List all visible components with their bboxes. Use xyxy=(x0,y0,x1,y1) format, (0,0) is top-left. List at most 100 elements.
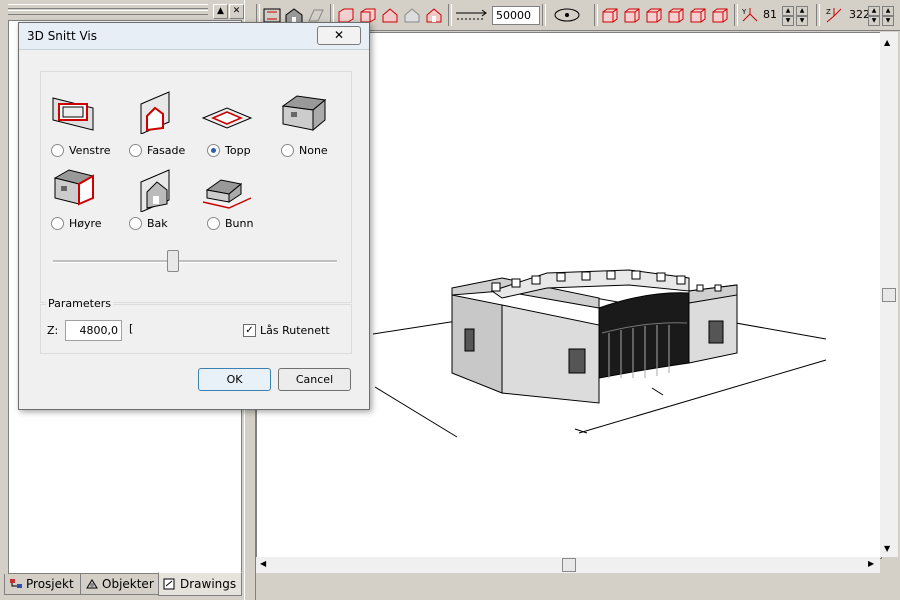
parameters-legend: Parameters xyxy=(46,297,113,310)
view-cube-icon[interactable] xyxy=(622,6,642,25)
facade-section-icon xyxy=(133,90,185,135)
drawings-icon xyxy=(163,578,177,590)
rotate-y-icon[interactable]: Y xyxy=(740,6,760,25)
cancel-button[interactable]: Cancel xyxy=(278,368,351,391)
close-icon: ✕ xyxy=(333,28,345,42)
spin-down-icon[interactable]: ▼ xyxy=(796,16,808,26)
objects-icon xyxy=(85,578,99,590)
toolbar-separator xyxy=(448,4,452,26)
right-section-icon xyxy=(49,168,101,212)
radio-label: Fasade xyxy=(147,144,186,157)
scroll-right-icon[interactable]: ▶ xyxy=(868,559,874,568)
house-section-icon[interactable] xyxy=(380,6,400,25)
radio-button[interactable] xyxy=(51,217,64,230)
spin-up-icon[interactable]: ▲ xyxy=(882,6,894,16)
angle1-spinner[interactable]: ▲ ▼ xyxy=(796,6,808,26)
distance-icon[interactable] xyxy=(454,6,488,25)
camera-target-icon[interactable] xyxy=(550,6,584,25)
tab-drawings[interactable]: Drawings xyxy=(158,572,242,596)
angle1-spinner[interactable]: ▲ ▼ xyxy=(782,6,794,26)
view-cube-icon[interactable] xyxy=(710,6,730,25)
z-input[interactable]: 4800,0 xyxy=(65,320,122,341)
scroll-left-icon[interactable]: ◀ xyxy=(260,559,266,568)
radio-none[interactable]: None xyxy=(281,144,328,157)
ok-button[interactable]: OK xyxy=(198,368,271,391)
view-cube-icon[interactable] xyxy=(600,6,620,25)
radio-bak[interactable]: Bak xyxy=(129,217,168,230)
radio-label: Bak xyxy=(147,217,168,230)
horizontal-scroll-thumb[interactable] xyxy=(562,558,576,572)
panel-minimize-button[interactable]: ▲ xyxy=(213,4,228,19)
toolbar-separator xyxy=(816,4,820,26)
checkmark-icon[interactable]: ✓ xyxy=(243,324,256,337)
radio-topp[interactable]: Topp xyxy=(207,144,251,157)
radio-fasade[interactable]: Fasade xyxy=(129,144,185,157)
radio-button[interactable] xyxy=(281,144,294,157)
lock-grid-checkbox[interactable]: ✓ Lås Rutenett xyxy=(243,324,330,337)
panel-grip[interactable] xyxy=(8,4,208,9)
vertical-scroll-thumb[interactable] xyxy=(882,288,896,302)
radio-label: Venstre xyxy=(69,144,111,157)
house-icon xyxy=(277,90,329,134)
angle2-spinner[interactable]: ▲ ▼ xyxy=(882,6,894,26)
radio-button[interactable] xyxy=(207,144,220,157)
toolbar-separator xyxy=(734,4,738,26)
radio-button[interactable] xyxy=(51,144,64,157)
svg-text:Y: Y xyxy=(741,8,747,16)
z-unit-bracket: [ xyxy=(129,322,134,335)
house-section-icon[interactable] xyxy=(424,6,444,25)
z-label: Z: xyxy=(47,324,59,337)
back-section-icon xyxy=(133,168,185,213)
radio-bunn[interactable]: Bunn xyxy=(207,217,253,230)
spin-up-icon[interactable]: ▲ xyxy=(782,6,794,16)
dialog-close-button[interactable]: ✕ xyxy=(317,26,361,45)
radio-hoyre[interactable]: Høyre xyxy=(51,217,102,230)
horizontal-scrollbar[interactable]: ◀ ▶ xyxy=(256,557,880,573)
view-cube-icon[interactable] xyxy=(688,6,708,25)
rotate-z-icon[interactable]: Z xyxy=(824,6,844,25)
radio-label: None xyxy=(299,144,328,157)
dialog-titlebar[interactable]: 3D Snitt Vis ✕ xyxy=(19,23,369,50)
project-icon xyxy=(9,578,23,590)
radio-venstre[interactable]: Venstre xyxy=(51,144,111,157)
angle2-spinner[interactable]: ▲ ▼ xyxy=(868,6,880,26)
toolbar-separator xyxy=(594,4,598,26)
radio-label: Bunn xyxy=(225,217,254,230)
scroll-down-icon[interactable]: ▼ xyxy=(884,544,890,553)
dialog-title: 3D Snitt Vis xyxy=(27,29,98,43)
tab-objekter[interactable]: Objekter xyxy=(80,574,162,595)
tab-prosjekt[interactable]: Prosjekt xyxy=(4,574,82,595)
radio-button[interactable] xyxy=(129,144,142,157)
vertical-scrollbar[interactable]: ▲ ▼ xyxy=(880,32,898,557)
section-view-dialog: 3D Snitt Vis ✕ Venstre Fasade Topp None xyxy=(18,22,370,410)
bottom-section-icon xyxy=(201,172,253,216)
panel-close-button[interactable]: ✕ xyxy=(229,4,244,19)
top-section-icon xyxy=(201,96,253,140)
distance-input[interactable]: 50000 xyxy=(492,6,540,25)
spin-up-icon[interactable]: ▲ xyxy=(868,6,880,16)
spin-down-icon[interactable]: ▼ xyxy=(782,16,794,26)
view-cube-icon[interactable] xyxy=(666,6,686,25)
lock-grid-label: Lås Rutenett xyxy=(260,324,330,337)
spin-down-icon[interactable]: ▼ xyxy=(868,16,880,26)
tab-label: Prosjekt xyxy=(26,577,74,591)
radio-label: Topp xyxy=(225,144,251,157)
radio-button[interactable] xyxy=(207,217,220,230)
house-section-icon[interactable] xyxy=(402,6,422,25)
section-slider-thumb[interactable] xyxy=(167,250,180,272)
radio-label: Høyre xyxy=(69,217,102,230)
spin-down-icon[interactable]: ▼ xyxy=(882,16,894,26)
tab-label: Drawings xyxy=(180,577,237,591)
left-section-icon xyxy=(49,90,101,134)
section-slider-track[interactable] xyxy=(53,260,337,263)
view-cube-icon[interactable] xyxy=(644,6,664,25)
svg-text:Z: Z xyxy=(826,8,831,16)
toolbar-separator xyxy=(542,4,546,26)
tab-label: Objekter xyxy=(102,577,154,591)
panel-tabs: Prosjekt Objekter Drawings xyxy=(4,572,244,596)
scroll-up-icon[interactable]: ▲ xyxy=(884,38,890,47)
radio-button[interactable] xyxy=(129,217,142,230)
spin-up-icon[interactable]: ▲ xyxy=(796,6,808,16)
section-options-group: Venstre Fasade Topp None Høyre Bak Bunn xyxy=(40,71,352,303)
panel-grip[interactable] xyxy=(8,10,208,15)
